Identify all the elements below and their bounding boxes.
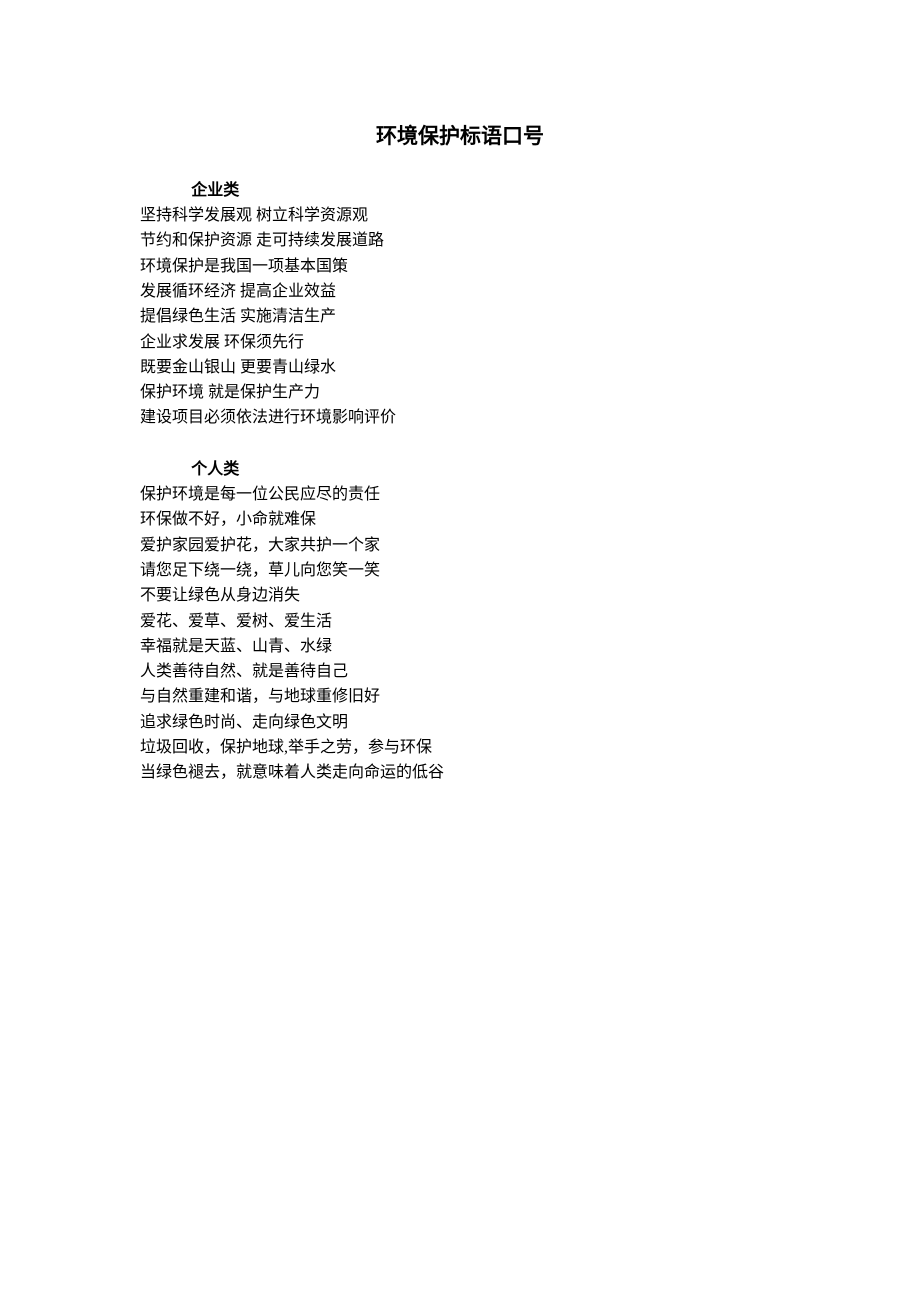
slogan-line: 既要金山银山 更要青山绿水 — [140, 355, 780, 380]
slogan-line: 企业求发展 环保须先行 — [140, 330, 780, 355]
document-page: 环境保护标语口号 企业类 坚持科学发展观 树立科学资源观 节约和保护资源 走可持… — [0, 0, 920, 785]
slogan-line: 爱护家园爱护花，大家共护一个家 — [140, 533, 780, 558]
slogan-line: 不要让绿色从身边消失 — [140, 583, 780, 608]
section-enterprise: 企业类 坚持科学发展观 树立科学资源观 节约和保护资源 走可持续发展道路 环境保… — [140, 178, 780, 431]
slogan-line: 节约和保护资源 走可持续发展道路 — [140, 228, 780, 253]
section-personal: 个人类 保护环境是每一位公民应尽的责任 环保做不好，小命就难保 爱护家园爱护花，… — [140, 457, 780, 786]
slogan-line: 环保做不好，小命就难保 — [140, 507, 780, 532]
slogan-line: 请您足下绕一绕，草儿向您笑一笑 — [140, 558, 780, 583]
slogan-line: 发展循环经济 提高企业效益 — [140, 279, 780, 304]
slogan-line: 坚持科学发展观 树立科学资源观 — [140, 203, 780, 228]
section-heading: 个人类 — [140, 457, 780, 483]
slogan-line: 提倡绿色生活 实施清洁生产 — [140, 304, 780, 329]
section-heading: 企业类 — [140, 178, 780, 204]
slogan-line: 爱花、爱草、爱树、爱生活 — [140, 609, 780, 634]
slogan-line: 幸福就是天蓝、山青、水绿 — [140, 634, 780, 659]
slogan-line: 建设项目必须依法进行环境影响评价 — [140, 405, 780, 430]
document-title: 环境保护标语口号 — [140, 120, 780, 154]
slogan-line: 环境保护是我国一项基本国策 — [140, 254, 780, 279]
slogan-line: 当绿色褪去，就意味着人类走向命运的低谷 — [140, 760, 780, 785]
slogan-line: 与自然重建和谐，与地球重修旧好 — [140, 684, 780, 709]
slogan-line: 保护环境 就是保护生产力 — [140, 380, 780, 405]
slogan-line: 垃圾回收，保护地球,举手之劳，参与环保 — [140, 735, 780, 760]
slogan-line: 人类善待自然、就是善待自己 — [140, 659, 780, 684]
slogan-line: 保护环境是每一位公民应尽的责任 — [140, 482, 780, 507]
section-gap — [140, 431, 780, 457]
slogan-line: 追求绿色时尚、走向绿色文明 — [140, 710, 780, 735]
